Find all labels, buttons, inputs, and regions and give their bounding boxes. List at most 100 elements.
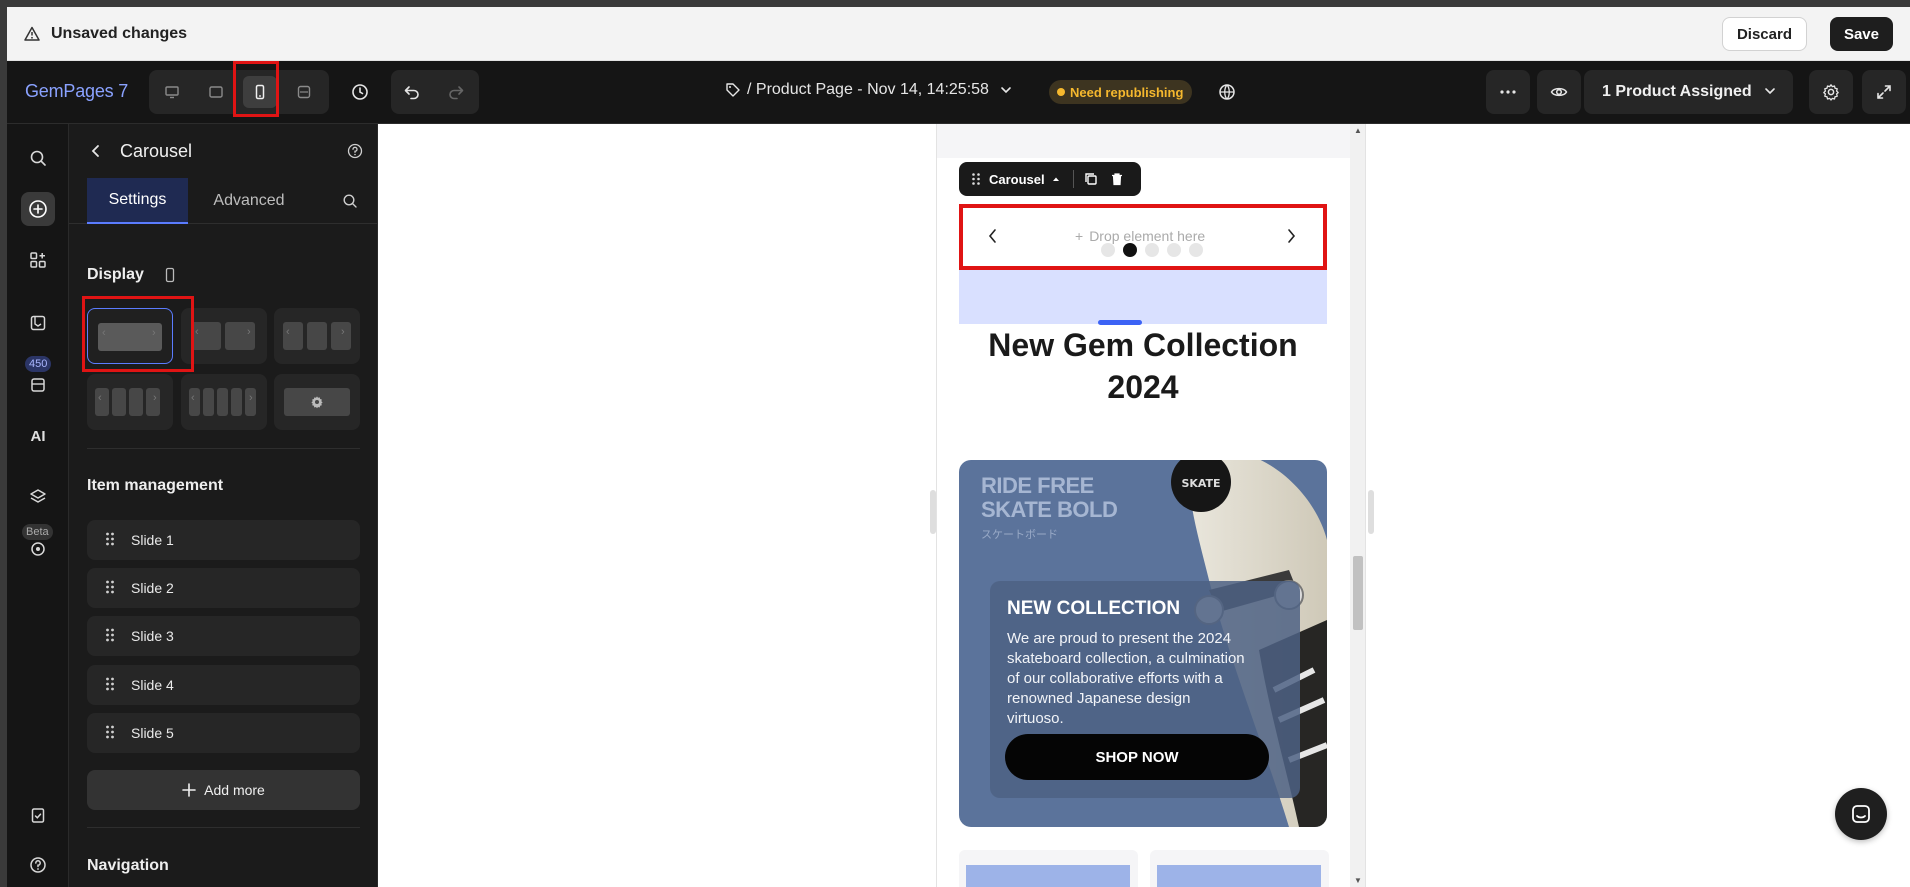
shop-icon: [31, 378, 45, 392]
page-settings-button[interactable]: [1809, 70, 1853, 114]
chat-support-button[interactable]: [1835, 788, 1887, 840]
collection-heading[interactable]: New Gem Collection 2024: [959, 324, 1327, 408]
add-circle-icon: [29, 200, 47, 218]
layout-option-custom[interactable]: [274, 374, 360, 430]
rail-ai[interactable]: AI: [21, 419, 55, 453]
undo-button[interactable]: [397, 77, 427, 107]
rail-templates[interactable]: [21, 368, 55, 402]
duplicate-icon[interactable]: [1084, 172, 1098, 186]
tab-settings[interactable]: Settings: [87, 178, 188, 224]
add-more-button[interactable]: Add more: [87, 770, 360, 810]
carousel-next-icon[interactable]: [1285, 228, 1297, 244]
layout-option-5[interactable]: ‹ ›: [181, 374, 267, 430]
slide-item[interactable]: Slide 4: [87, 665, 360, 705]
scrollbar-thumb[interactable]: [1353, 556, 1363, 630]
element-help-button[interactable]: [340, 136, 370, 166]
hero-text[interactable]: We are proud to present the 2024 skatebo…: [1007, 629, 1247, 729]
drag-handle-icon: [106, 677, 114, 691]
scroll-up-icon[interactable]: ▲: [1354, 126, 1362, 135]
slide-label: Slide 3: [131, 628, 174, 644]
element-chip-label[interactable]: Carousel: [989, 172, 1045, 187]
rail-layers[interactable]: [21, 480, 55, 514]
hero-banner[interactable]: SKATE RIDE FREE SKATE BOLD スケートボード NEW C…: [959, 460, 1327, 827]
page-selector[interactable]: / Product Page - Nov 14, 14:25:58: [725, 81, 1013, 99]
search-icon: [343, 194, 357, 208]
rail-sections[interactable]: [21, 243, 55, 277]
divider: [87, 448, 360, 449]
warning-icon: [23, 25, 41, 43]
preview-button[interactable]: [1537, 70, 1581, 114]
rail-checklist[interactable]: [21, 798, 55, 832]
carousel-dots: [1101, 243, 1211, 257]
caret-up-icon: [1052, 177, 1059, 181]
chevron-left-icon: [91, 145, 99, 157]
carousel-dot[interactable]: [1167, 243, 1181, 257]
scroll-down-icon[interactable]: ▼: [1354, 876, 1362, 885]
display-label: Display: [87, 266, 144, 283]
fullscreen-button[interactable]: [1862, 70, 1906, 114]
preview-top-section: [937, 124, 1365, 158]
clipboard-check-icon: [31, 808, 45, 823]
gear-icon: [311, 396, 323, 409]
left-rail: 450 AI Beta: [7, 124, 69, 887]
rail-search[interactable]: [21, 141, 55, 175]
product-assigned-dropdown[interactable]: 1 Product Assigned: [1584, 70, 1793, 114]
drag-handle-icon: [106, 628, 114, 642]
more-options-button[interactable]: [1486, 70, 1530, 114]
rail-add-element[interactable]: [21, 192, 55, 226]
page-title: / Product Page - Nov 14, 14:25:58: [747, 81, 989, 98]
carousel-element[interactable]: + Drop element here: [959, 204, 1327, 270]
section-spacing-indicator: [959, 270, 1327, 324]
rail-page-library[interactable]: [21, 306, 55, 340]
slide-label: Slide 2: [131, 580, 174, 596]
trash-icon[interactable]: [1110, 172, 1124, 186]
gear-icon: [1823, 84, 1839, 101]
carousel-dot-active[interactable]: [1123, 243, 1137, 257]
layout-option-3[interactable]: ‹ ›: [274, 308, 360, 364]
carousel-dot[interactable]: [1145, 243, 1159, 257]
library-icon: [30, 315, 46, 331]
carousel-dot[interactable]: [1101, 243, 1115, 257]
carousel-prev-icon[interactable]: [987, 228, 999, 244]
app-logo: GemPages 7: [25, 81, 129, 101]
layout-option-4[interactable]: ‹ ›: [87, 374, 173, 430]
status-badge: Need republishing: [1049, 80, 1193, 104]
tablet-view-button[interactable]: [199, 76, 233, 108]
back-button[interactable]: [81, 136, 111, 166]
discard-button[interactable]: Discard: [1721, 17, 1807, 51]
chevron-down-icon: [1001, 87, 1011, 94]
layout-option-highlight: [82, 296, 194, 372]
carousel-dot[interactable]: [1189, 243, 1203, 257]
slide-item[interactable]: Slide 1: [87, 520, 360, 560]
slide-item[interactable]: Slide 3: [87, 616, 360, 656]
slide-label: Slide 4: [131, 677, 174, 693]
slide-item[interactable]: Slide 2: [87, 568, 360, 608]
history-button[interactable]: [345, 77, 375, 107]
tab-advanced[interactable]: Advanced: [199, 178, 299, 224]
redo-button[interactable]: [441, 77, 471, 107]
drag-handle-icon: [106, 580, 114, 594]
expand-icon: [1877, 85, 1891, 99]
mobile-icon: [163, 267, 177, 288]
save-button[interactable]: Save: [1829, 17, 1893, 51]
slide-item[interactable]: Slide 5: [87, 713, 360, 753]
hero-brand-sub: スケートボード: [981, 529, 1058, 541]
slide-label: Slide 5: [131, 725, 174, 741]
product-card[interactable]: [959, 850, 1138, 887]
fit-view-button[interactable]: [287, 76, 321, 108]
globe-icon: [1219, 84, 1235, 100]
resize-handle-right[interactable]: [1368, 490, 1374, 534]
hero-brand-line2: SKATE BOLD: [981, 497, 1118, 522]
hero-title[interactable]: NEW COLLECTION: [1007, 598, 1180, 620]
drag-handle-icon: [106, 725, 114, 739]
shop-now-button[interactable]: SHOP NOW: [1005, 734, 1269, 780]
desktop-view-button[interactable]: [155, 76, 189, 108]
rail-help[interactable]: [21, 848, 55, 882]
help-icon: [30, 857, 46, 873]
preview-scrollbar[interactable]: [1350, 124, 1365, 887]
more-icon: [1500, 90, 1516, 94]
product-card[interactable]: [1150, 850, 1329, 887]
language-button[interactable]: [1212, 77, 1242, 107]
panel-search-button[interactable]: [335, 186, 365, 216]
rail-cro[interactable]: [21, 532, 55, 566]
